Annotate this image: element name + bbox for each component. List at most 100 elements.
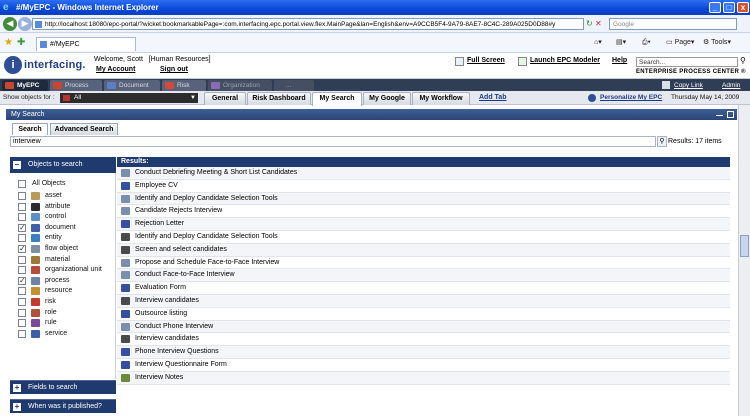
result-row[interactable]: Candidate Rejects Interview bbox=[117, 205, 730, 219]
object-type-checkbox[interactable] bbox=[18, 287, 26, 296]
add-tab-link[interactable]: Add Tab bbox=[479, 93, 506, 103]
object-type-checkbox[interactable] bbox=[18, 308, 26, 317]
process-icon bbox=[53, 82, 62, 89]
admin-link[interactable]: Admin bbox=[722, 80, 740, 91]
all-objects-checkbox[interactable] bbox=[18, 180, 26, 188]
page-menu[interactable]: ▭ Page▾ bbox=[666, 38, 694, 48]
result-row[interactable]: Evaluation Form bbox=[117, 282, 730, 295]
search-icon[interactable]: ⚲ bbox=[657, 136, 667, 147]
object-type-checkbox[interactable] bbox=[18, 234, 26, 243]
maximize-button[interactable]: □ bbox=[723, 2, 735, 13]
scrollbar-thumb[interactable] bbox=[740, 235, 749, 257]
flow-icon bbox=[121, 296, 130, 305]
document-icon bbox=[121, 348, 130, 357]
process-icon bbox=[121, 322, 130, 331]
print-icon[interactable]: ⎙▾ bbox=[642, 38, 651, 48]
tab-myepc[interactable]: MyEPC bbox=[2, 80, 48, 91]
portal-search-input[interactable]: Search... bbox=[636, 57, 738, 67]
portal-search-icon[interactable]: ⚲ bbox=[740, 56, 746, 65]
tab-search[interactable]: Search bbox=[12, 123, 48, 135]
tab-risk[interactable]: Risk bbox=[162, 80, 206, 91]
interfacing-logo: i interfacing. bbox=[4, 56, 86, 76]
tab-document[interactable]: Document bbox=[104, 80, 160, 91]
tab-process[interactable]: Process bbox=[50, 80, 102, 91]
minimize-panel-icon[interactable] bbox=[716, 111, 723, 116]
result-label: Outsource listing bbox=[135, 309, 188, 317]
address-input[interactable]: http://localhost:18080/epc-portal/?wicke… bbox=[32, 18, 584, 30]
object-type-checkbox[interactable]: ✓ bbox=[18, 276, 26, 285]
object-type-checkbox[interactable] bbox=[18, 319, 26, 328]
result-row[interactable]: Conduct Face-to-Face Interview bbox=[117, 269, 730, 283]
result-row[interactable]: Identify and Deploy Candidate Selection … bbox=[117, 192, 730, 206]
result-row[interactable]: Interview Notes bbox=[117, 371, 730, 385]
result-row[interactable]: Conduct Phone Interview bbox=[117, 320, 730, 334]
fields-to-search-header[interactable]: + Fields to search bbox=[10, 380, 116, 394]
launch-modeler-link[interactable]: Launch EPC Modeler bbox=[530, 57, 600, 64]
my-search-panel-header: My Search bbox=[6, 109, 737, 120]
object-type-checkbox[interactable] bbox=[18, 213, 26, 222]
tab-my-workflow[interactable]: My Workflow bbox=[412, 92, 470, 105]
object-type-checkbox[interactable] bbox=[18, 266, 26, 275]
search-input[interactable]: interview bbox=[10, 136, 656, 147]
tab-risk-dashboard[interactable]: Risk Dashboard bbox=[247, 92, 311, 105]
address-tools: ↻ ✕ bbox=[586, 18, 608, 30]
process-icon bbox=[121, 194, 130, 203]
tab-advanced-search[interactable]: Advanced Search bbox=[50, 123, 118, 135]
minimize-button[interactable]: _ bbox=[709, 2, 721, 13]
page-scrollbar[interactable] bbox=[738, 105, 750, 416]
feeds-icon[interactable]: ▤▾ bbox=[616, 38, 626, 48]
show-objects-select[interactable]: All ▼ bbox=[60, 93, 198, 103]
tab-my-search[interactable]: My Search bbox=[312, 92, 362, 106]
refresh-icon[interactable]: ↻ bbox=[586, 19, 593, 28]
object-type-checkbox[interactable] bbox=[18, 329, 26, 338]
result-row[interactable]: Identify and Deploy Candidate Selection … bbox=[117, 231, 730, 244]
published-header[interactable]: + When was it published? bbox=[10, 399, 116, 413]
full-screen-icon[interactable] bbox=[455, 57, 464, 66]
full-screen-link[interactable]: Full Screen bbox=[467, 57, 505, 64]
favorites-bar: ★ ✚ #/MyEPC ⌂▾ ▤▾ ⎙▾ ▭ Page▾ ⚙ Tools▾ bbox=[0, 33, 750, 53]
result-row[interactable]: Interview candidates bbox=[117, 333, 730, 347]
object-type-checkbox[interactable] bbox=[18, 255, 26, 264]
result-row[interactable]: Interview candidates bbox=[117, 294, 730, 308]
result-row[interactable]: Rejection Letter bbox=[117, 218, 730, 231]
maximize-panel-icon[interactable] bbox=[727, 111, 734, 118]
back-icon[interactable]: ◀ bbox=[3, 17, 17, 31]
result-row[interactable]: Screen and select candidates bbox=[117, 243, 730, 257]
modeler-icon[interactable] bbox=[518, 57, 527, 66]
object-type-label: attribute bbox=[45, 202, 71, 210]
browser-tab[interactable]: #/MyEPC bbox=[36, 37, 136, 51]
tab-general[interactable]: General bbox=[204, 92, 246, 105]
stop-icon[interactable]: ✕ bbox=[595, 19, 602, 28]
object-type-icon bbox=[31, 234, 40, 243]
help-link[interactable]: Help bbox=[612, 57, 627, 64]
sign-out-link[interactable]: Sign out bbox=[160, 66, 188, 73]
result-row[interactable]: Propose and Schedule Face-to-Face Interv… bbox=[117, 257, 730, 270]
forward-icon[interactable]: ▶ bbox=[18, 17, 32, 31]
object-type-checkbox[interactable] bbox=[18, 202, 26, 211]
personalize-link[interactable]: Personalize My EPC bbox=[600, 93, 662, 103]
result-row[interactable]: Phone Interview Questions bbox=[117, 346, 730, 359]
copy-link[interactable]: Copy Link bbox=[674, 80, 703, 91]
object-type-checkbox[interactable]: ✓ bbox=[18, 245, 26, 253]
favorites-star-icon[interactable]: ★ bbox=[4, 37, 13, 48]
copy-link-icon[interactable] bbox=[662, 81, 670, 89]
result-row[interactable]: Employee CV bbox=[117, 180, 730, 193]
close-button[interactable]: x bbox=[737, 2, 749, 13]
object-type-icon bbox=[31, 319, 40, 328]
tab-more[interactable]: ... bbox=[274, 80, 314, 91]
result-row[interactable]: Interview Questionnaire Form bbox=[117, 359, 730, 372]
result-row[interactable]: Outsource listing bbox=[117, 308, 730, 321]
result-row[interactable]: Conduct Debriefing Meeting & Short List … bbox=[117, 167, 730, 180]
browser-search-input[interactable]: Google bbox=[609, 18, 737, 30]
my-account-link[interactable]: My Account bbox=[96, 66, 135, 73]
tab-my-google[interactable]: My Google bbox=[363, 92, 411, 105]
tools-menu[interactable]: ⚙ Tools▾ bbox=[703, 38, 731, 48]
tab-organization[interactable]: Organization bbox=[208, 80, 272, 91]
home-icon[interactable]: ⌂▾ bbox=[594, 38, 602, 48]
add-favorite-icon[interactable]: ✚ bbox=[17, 37, 25, 48]
object-type-icon bbox=[31, 255, 40, 264]
object-type-checkbox[interactable] bbox=[18, 298, 26, 306]
object-type-checkbox[interactable] bbox=[18, 192, 26, 200]
objects-to-search-header[interactable]: − Objects to search bbox=[10, 157, 116, 173]
object-type-checkbox[interactable]: ✓ bbox=[18, 223, 26, 232]
